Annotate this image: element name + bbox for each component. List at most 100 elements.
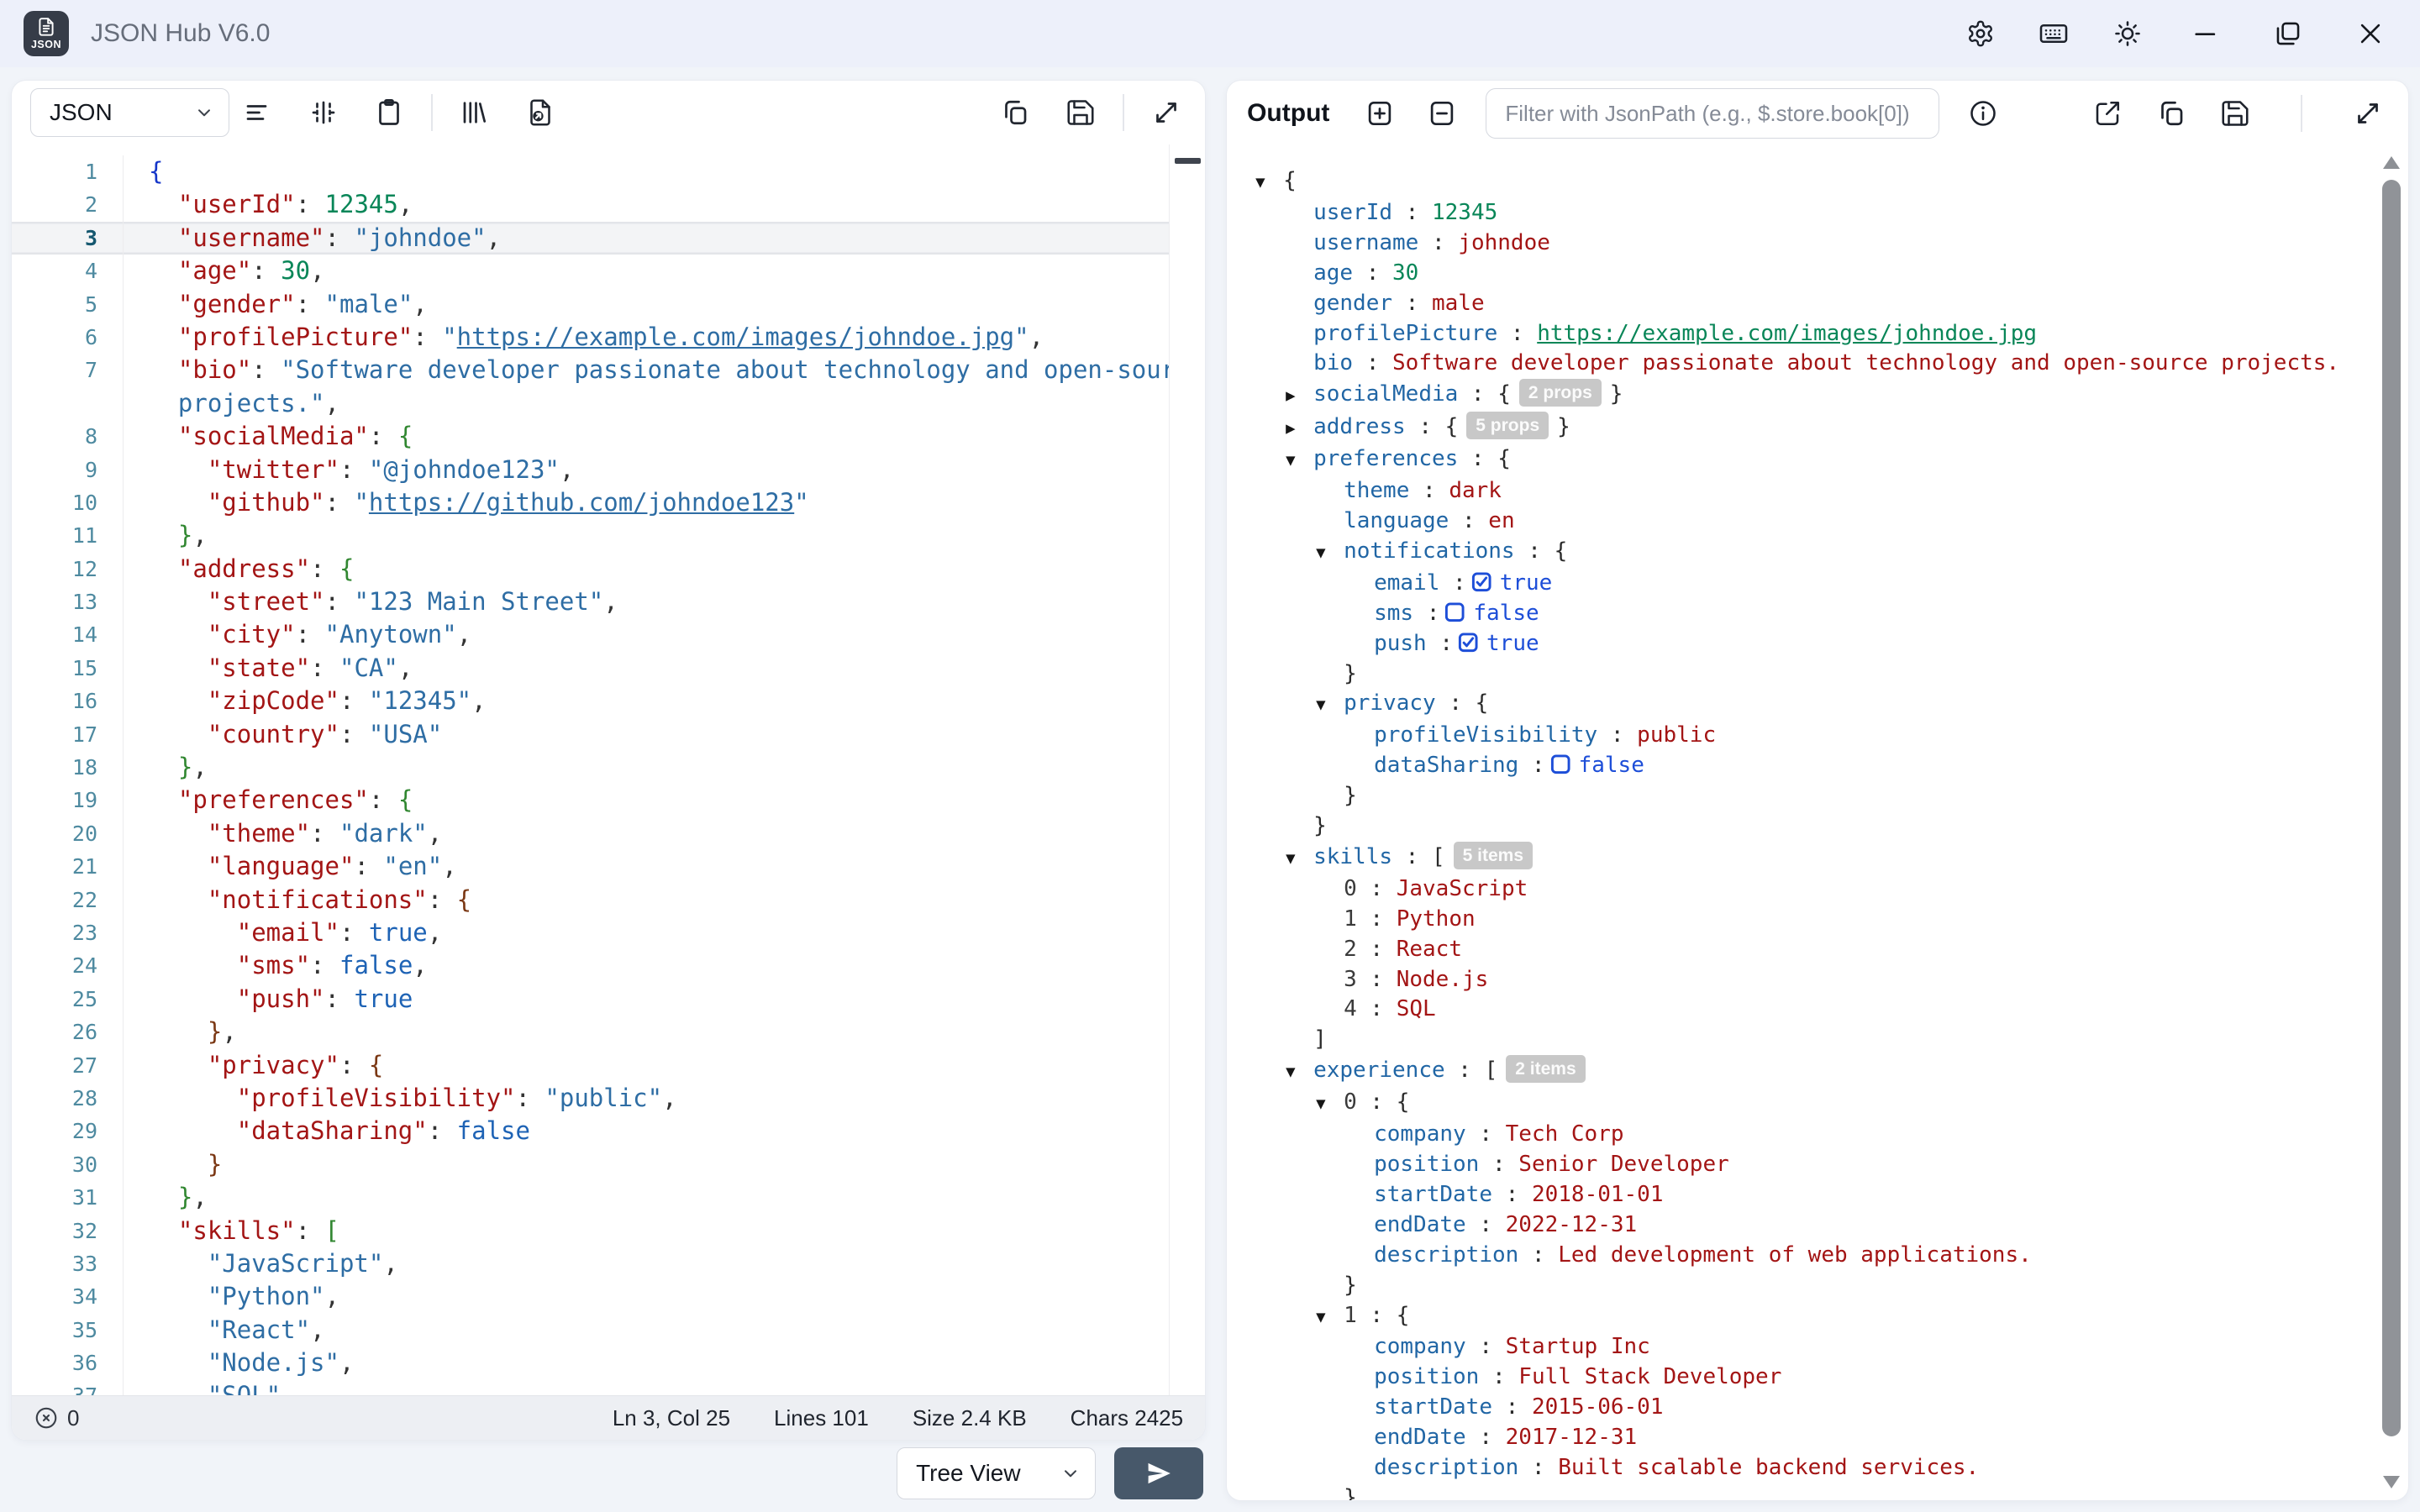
export-file-icon[interactable] (520, 92, 560, 133)
url-link[interactable]: https://example.com/images/johndoe.jpg (457, 323, 1014, 351)
tree-row[interactable]: ▼notifications : { (1227, 537, 2408, 569)
collapse-all-icon[interactable] (1422, 93, 1462, 134)
code-line[interactable]: 31 }, (12, 1181, 1205, 1214)
tree-row[interactable]: } (1227, 659, 2408, 690)
tree-row[interactable]: endDate : 2017-12-31 (1227, 1423, 2408, 1453)
code-line[interactable]: projects.", (12, 387, 1205, 420)
tree-row[interactable]: ▼preferences : { (1227, 444, 2408, 476)
save-icon[interactable] (1060, 92, 1101, 133)
share-icon[interactable] (2087, 93, 2128, 134)
code-line[interactable]: 25 "push": true (12, 983, 1205, 1016)
tree-row[interactable]: } (1227, 781, 2408, 811)
tree-row[interactable]: description : Led development of web app… (1227, 1241, 2408, 1271)
code-line[interactable]: 6 "profilePicture": "https://example.com… (12, 321, 1205, 354)
tree-row[interactable]: gender : male (1227, 289, 2408, 319)
url-link[interactable]: https://example.com/images/johndoe.jpg (1537, 321, 2037, 346)
restore-button[interactable] (2274, 19, 2302, 48)
fullscreen-icon[interactable] (2348, 93, 2388, 134)
code-line[interactable]: 32 "skills": [ (12, 1215, 1205, 1247)
code-line[interactable]: 34 "Python", (12, 1280, 1205, 1313)
settings-icon[interactable] (1966, 18, 1995, 49)
collapse-node-icon[interactable]: ▼ (1255, 168, 1283, 198)
code-line[interactable]: 22 "notifications": { (12, 884, 1205, 916)
copy-icon[interactable] (2151, 93, 2191, 134)
boolean-checkbox[interactable] (1549, 753, 1572, 775)
tree-row[interactable]: ▶address : {5 props} (1227, 412, 2408, 444)
code-line[interactable]: 15 "state": "CA", (12, 652, 1205, 685)
expand-node-icon[interactable]: ▶ (1286, 381, 1313, 412)
tree-row[interactable]: position : Full Stack Developer (1227, 1362, 2408, 1393)
code-line[interactable]: 7 "bio": "Software developer passionate … (12, 354, 1205, 386)
jsonpath-filter-input[interactable] (1486, 88, 1939, 139)
scrollbar-thumb[interactable] (2382, 180, 2401, 1436)
tree-row[interactable]: 3 : Node.js (1227, 965, 2408, 995)
code-line[interactable]: 35 "React", (12, 1314, 1205, 1347)
minimize-button[interactable] (2191, 19, 2220, 48)
collapse-node-icon[interactable]: ▼ (1316, 538, 1344, 569)
tree-row[interactable]: position : Senior Developer (1227, 1150, 2408, 1180)
view-mode-select[interactable]: Tree View (897, 1447, 1096, 1499)
code-line[interactable]: 24 "sms": false, (12, 949, 1205, 982)
tree-row[interactable]: dataSharing :false (1227, 751, 2408, 781)
code-line[interactable]: 36 "Node.js", (12, 1347, 1205, 1379)
code-line[interactable]: 8 "socialMedia": { (12, 420, 1205, 453)
tree-row[interactable]: startDate : 2015-06-01 (1227, 1393, 2408, 1423)
language-select[interactable]: JSON (30, 88, 229, 137)
tree-row[interactable]: description : Built scalable backend ser… (1227, 1453, 2408, 1483)
code-line[interactable]: 29 "dataSharing": false (12, 1115, 1205, 1147)
tree-row[interactable]: language : en (1227, 507, 2408, 537)
code-line[interactable]: 2 "userId": 12345, (12, 188, 1205, 221)
code-line[interactable]: 1{ (12, 155, 1205, 188)
copy-icon[interactable] (995, 92, 1035, 133)
code-line[interactable]: 21 "language": "en", (12, 850, 1205, 883)
tree-row[interactable]: theme : dark (1227, 476, 2408, 507)
code-line[interactable]: 23 "email": true, (12, 916, 1205, 949)
expand-all-icon[interactable] (1360, 93, 1400, 134)
tree-row[interactable]: } (1227, 1271, 2408, 1301)
collapse-node-icon[interactable]: ▼ (1286, 1058, 1313, 1088)
tree-row[interactable]: bio : Software developer passionate abou… (1227, 349, 2408, 379)
code-line[interactable]: 4 "age": 30, (12, 255, 1205, 287)
expand-node-icon[interactable]: ▶ (1286, 414, 1313, 444)
library-icon[interactable] (455, 92, 495, 133)
scroll-up-arrow-icon[interactable] (2383, 156, 2400, 169)
collapse-node-icon[interactable]: ▼ (1316, 690, 1344, 721)
code-line[interactable]: 9 "twitter": "@johndoe123", (12, 454, 1205, 486)
tree-row[interactable]: ▶socialMedia : {2 props} (1227, 379, 2408, 412)
tree-row[interactable]: userId : 12345 (1227, 198, 2408, 228)
code-line[interactable]: 33 "JavaScript", (12, 1247, 1205, 1280)
code-line[interactable]: 10 "github": "https://github.com/johndoe… (12, 486, 1205, 519)
collapse-node-icon[interactable]: ▼ (1316, 1303, 1344, 1333)
code-line[interactable]: 19 "preferences": { (12, 784, 1205, 816)
tree-row[interactable]: ▼privacy : { (1227, 689, 2408, 721)
tree-row[interactable]: age : 30 (1227, 259, 2408, 289)
tree-row[interactable]: ▼0 : { (1227, 1088, 2408, 1120)
compact-icon[interactable] (303, 92, 344, 133)
code-line[interactable]: 12 "address": { (12, 553, 1205, 585)
keyboard-icon[interactable] (2039, 18, 2069, 49)
tree-row[interactable]: 0 : JavaScript (1227, 874, 2408, 905)
scroll-down-arrow-icon[interactable] (2383, 1476, 2400, 1488)
theme-light-icon[interactable] (2112, 18, 2143, 49)
tree-row[interactable]: email :true (1227, 569, 2408, 599)
tree-row[interactable]: company : Startup Inc (1227, 1332, 2408, 1362)
tree-row[interactable]: ▼experience : [2 items (1227, 1055, 2408, 1088)
tree-row[interactable]: } (1227, 811, 2408, 842)
tree-row[interactable]: company : Tech Corp (1227, 1120, 2408, 1150)
tree-row[interactable]: push :true (1227, 629, 2408, 659)
tree-row[interactable]: 4 : SQL (1227, 995, 2408, 1025)
tree-row[interactable]: ▼1 : { (1227, 1301, 2408, 1333)
code-line[interactable]: 16 "zipCode": "12345", (12, 685, 1205, 717)
tree-row[interactable]: ] (1227, 1025, 2408, 1055)
url-link[interactable]: https://github.com/johndoe123 (369, 488, 794, 517)
tree-row[interactable]: } (1227, 1483, 2408, 1500)
collapse-node-icon[interactable]: ▼ (1316, 1089, 1344, 1120)
output-scrollbar[interactable] (2381, 156, 2402, 1490)
tree-row[interactable]: ▼skills : [5 items (1227, 842, 2408, 874)
collapse-node-icon[interactable]: ▼ (1286, 844, 1313, 874)
boolean-checkbox[interactable] (1444, 601, 1466, 623)
info-icon[interactable] (1963, 93, 2003, 134)
format-icon[interactable] (238, 92, 278, 133)
code-line[interactable]: 5 "gender": "male", (12, 288, 1205, 321)
tree-row[interactable]: 1 : Python (1227, 905, 2408, 935)
